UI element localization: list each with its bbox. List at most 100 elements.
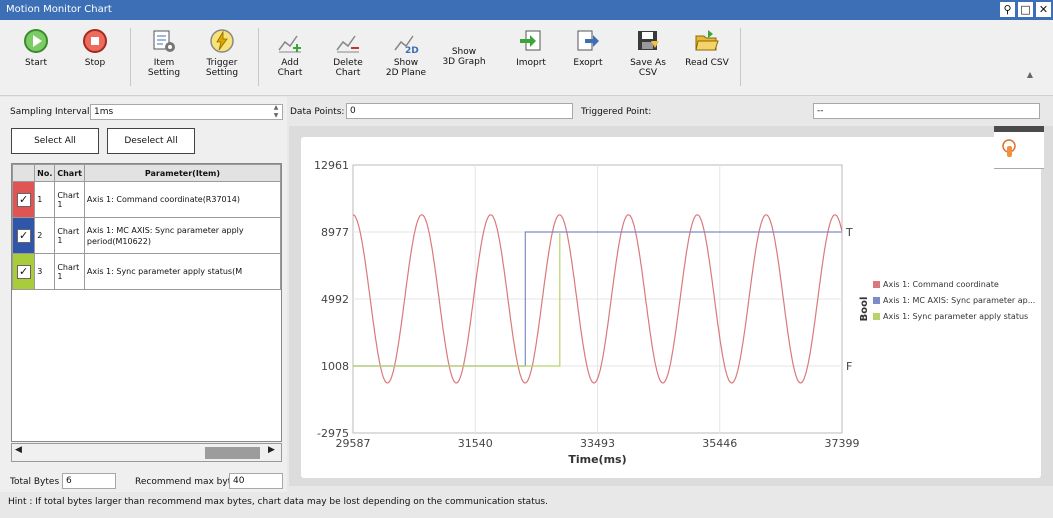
y-tick-label: 1008	[321, 360, 349, 373]
export-icon	[577, 30, 599, 51]
table-row[interactable]: ✓ 2 Chart 1 Axis 1: MC AXIS: Sync parame…	[12, 217, 281, 254]
y-tick-label: 4992	[321, 293, 349, 306]
trigger-setting-label-2: Setting	[205, 68, 239, 78]
add-chart-label-2: Chart	[277, 68, 303, 78]
export-button[interactable]: Exoprt	[568, 28, 608, 68]
select-all-button[interactable]: Select All	[11, 128, 99, 154]
sampling-spinner[interactable]: ▲ ▼	[271, 104, 281, 120]
save-csv-label-1: Save As	[630, 58, 666, 68]
svg-text:2D: 2D	[405, 46, 419, 54]
y-tick-label: 8977	[321, 226, 349, 239]
legend-label: Axis 1: Command coordinate	[883, 279, 999, 289]
trigger-setting-label-1: Trigger	[206, 58, 238, 68]
data-points-label: Data Points:	[290, 107, 345, 117]
pin-icon[interactable]: ⚲	[1000, 2, 1015, 17]
trigger-setting-button[interactable]: Trigger Setting	[200, 28, 244, 78]
legend-label: Axis 1: MC AXIS: Sync parameter ap...	[883, 295, 1036, 305]
legend-item: Axis 1: Command coordinate	[873, 276, 1035, 292]
x-tick-label: 37399	[825, 437, 860, 450]
table-row[interactable]: ✓ 3 Chart 1 Axis 1: Sync parameter apply…	[12, 253, 281, 290]
legend-label: Axis 1: Sync parameter apply status	[883, 311, 1029, 321]
triggered-point-field: --	[813, 103, 1040, 119]
legend-item: Axis 1: MC AXIS: Sync parameter ap...	[873, 292, 1035, 308]
row-checkbox[interactable]: ✓	[16, 228, 31, 243]
row-chart: Chart 1	[54, 217, 85, 254]
chart-2d-icon: 2D	[394, 35, 419, 54]
x-axis-title: Time(ms)	[568, 453, 626, 466]
row-color-swatch[interactable]: ✓	[12, 253, 36, 290]
show-3d-graph-button[interactable]: Show 3D Graph	[440, 47, 488, 67]
table-horizontal-scrollbar[interactable]: ◀ ▶	[11, 443, 282, 462]
toolbar-divider	[258, 28, 259, 86]
play-icon	[24, 29, 48, 53]
maximize-button[interactable]: □	[1018, 2, 1033, 17]
show-2d-label-2: 2D Plane	[385, 68, 427, 78]
read-csv-button[interactable]: Read CSV	[683, 28, 731, 68]
table-header: No. Chart Parameter(Item)	[12, 164, 281, 182]
export-label: Exoprt	[573, 58, 603, 68]
stop-button[interactable]: Stop	[75, 28, 115, 68]
chart-delete-icon	[336, 35, 359, 53]
legend-swatch	[873, 280, 880, 288]
row-parameter: Axis 1: Sync parameter apply status(M	[83, 253, 281, 290]
x-tick-label: 31540	[458, 437, 493, 450]
chart-legend: Axis 1: Command coordinate Axis 1: MC AXI…	[873, 276, 1035, 324]
total-bytes-field: 6	[62, 473, 116, 489]
toolbar-divider	[130, 28, 131, 86]
save-icon	[638, 31, 659, 50]
y-tick-label: 12961	[314, 159, 349, 172]
x-tick-label: 33493	[580, 437, 615, 450]
parameter-table: No. Chart Parameter(Item) ✓ 1 Chart 1 Ax…	[11, 163, 282, 442]
y2-tick-label: F	[846, 360, 852, 373]
import-button[interactable]: Imoprt	[511, 28, 551, 68]
touch-icon[interactable]	[1000, 138, 1020, 160]
title-bar: Motion Monitor Chart ⚲ □ ✕	[0, 0, 1053, 20]
legend-item: Axis 1: Sync parameter apply status	[873, 308, 1035, 324]
row-checkbox[interactable]: ✓	[16, 264, 31, 279]
scroll-left-icon[interactable]: ◀	[15, 445, 22, 455]
row-no: 3	[34, 253, 56, 290]
row-color-swatch[interactable]: ✓	[12, 181, 36, 218]
data-points-field: 0	[346, 103, 573, 119]
legend-swatch	[873, 296, 880, 304]
y2-axis-title: Bool	[859, 297, 870, 322]
show-3d-label-2: 3D Graph	[442, 57, 486, 67]
show-2d-label-1: Show	[393, 58, 419, 68]
legend-swatch	[873, 312, 880, 320]
row-color-swatch[interactable]: ✓	[12, 217, 36, 254]
item-setting-label-1: Item	[153, 58, 175, 68]
save-as-csv-button[interactable]: Save As CSV	[626, 28, 670, 78]
deselect-all-button[interactable]: Deselect All	[107, 128, 195, 154]
scroll-right-icon[interactable]: ▶	[268, 445, 275, 455]
sampling-interval-input[interactable]: 1ms	[90, 104, 283, 120]
stop-icon	[83, 29, 107, 53]
delete-chart-label-1: Delete	[333, 58, 363, 68]
chart-add-icon	[278, 35, 301, 53]
list-gear-icon	[153, 30, 175, 52]
show-2d-plane-button[interactable]: 2D Show 2D Plane	[382, 28, 430, 78]
row-checkbox[interactable]: ✓	[16, 192, 31, 207]
add-chart-button[interactable]: Add Chart	[270, 28, 310, 78]
y-tick-label: -2975	[317, 427, 349, 440]
close-button[interactable]: ✕	[1036, 2, 1051, 17]
table-row[interactable]: ✓ 1 Chart 1 Axis 1: Command coordinate(R…	[12, 181, 281, 218]
row-parameter-text: Axis 1: Sync parameter apply status(M	[86, 267, 243, 276]
folder-open-icon	[695, 30, 719, 51]
import-icon	[520, 30, 541, 51]
item-setting-button[interactable]: Item Setting	[142, 28, 186, 78]
scroll-thumb[interactable]	[205, 447, 260, 459]
header-chart: Chart	[54, 164, 85, 182]
row-parameter-text: Axis 1: Command coordinate(R37014)	[86, 195, 240, 204]
row-chart: Chart 1	[54, 253, 85, 290]
start-label: Start	[25, 58, 47, 68]
delete-chart-button[interactable]: Delete Chart	[327, 28, 369, 78]
collapse-ribbon-icon[interactable]: ▲	[1027, 70, 1033, 79]
stop-label: Stop	[84, 58, 106, 68]
start-button[interactable]: Start	[16, 28, 56, 68]
chart-tool-panel[interactable]	[994, 126, 1044, 169]
row-no: 2	[34, 217, 56, 254]
item-setting-label-2: Setting	[147, 68, 181, 78]
recommend-max-bytes-label: Recommend max bytes	[135, 477, 242, 487]
total-bytes-label: Total Bytes	[10, 477, 60, 487]
window-title: Motion Monitor Chart	[6, 4, 112, 15]
